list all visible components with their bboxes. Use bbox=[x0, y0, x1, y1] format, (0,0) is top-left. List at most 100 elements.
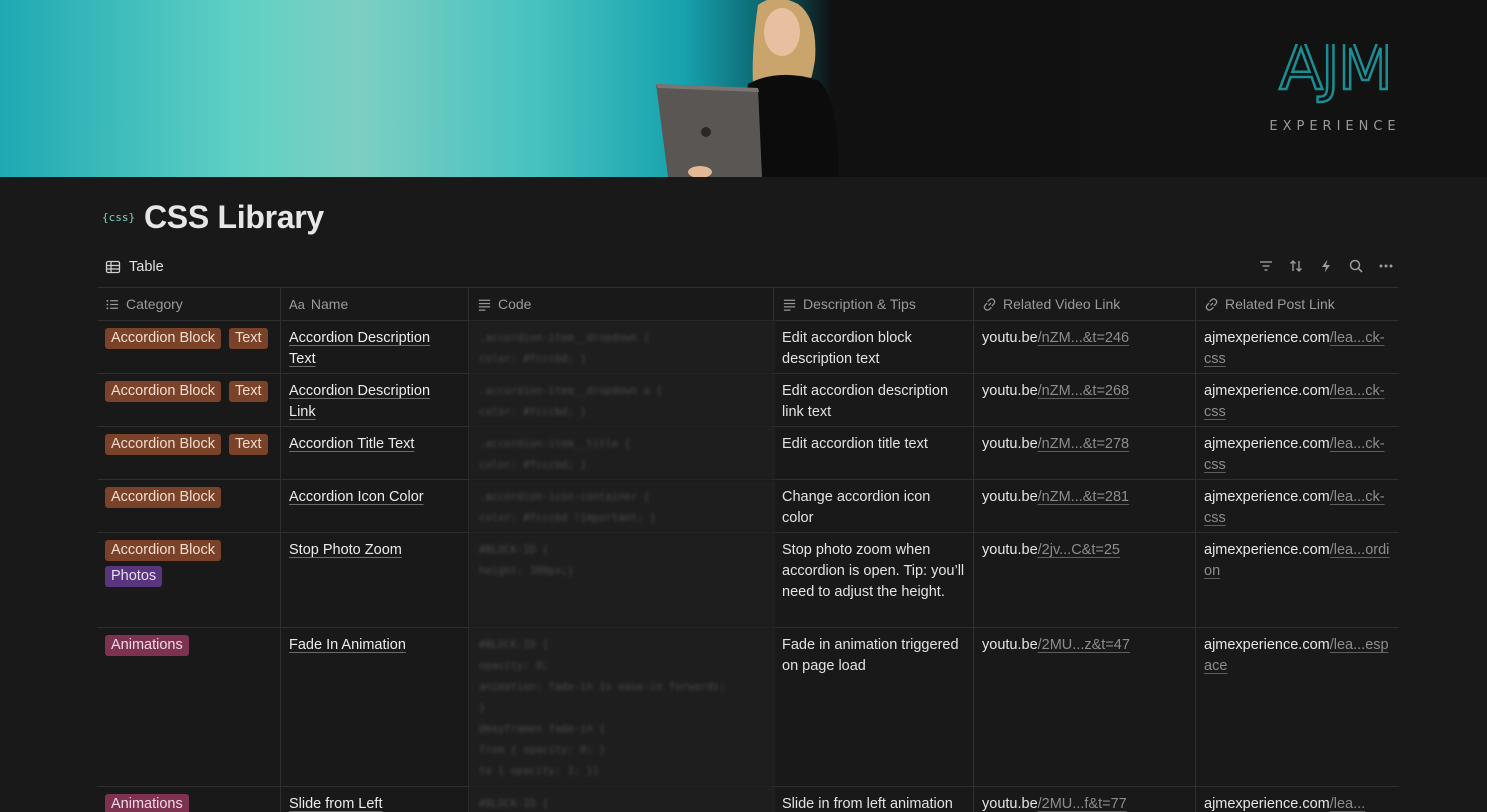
post-link-host[interactable]: ajmexperience.com bbox=[1204, 383, 1330, 399]
video-link-host[interactable]: youtu.be bbox=[982, 383, 1038, 399]
cell-category[interactable]: Animations bbox=[97, 628, 281, 786]
cell-video-link[interactable]: youtu.be/2MU...z&t=47 bbox=[974, 628, 1196, 786]
video-link-path[interactable]: /2MU...z&t=47 bbox=[1038, 637, 1130, 653]
column-header-category[interactable]: Category bbox=[97, 288, 281, 320]
cell-code[interactable]: #BLOCK-ID {opacity: 0; animation: fade-in… bbox=[469, 628, 774, 786]
video-link-host[interactable]: youtu.be bbox=[982, 330, 1038, 346]
video-link-host[interactable]: youtu.be bbox=[982, 489, 1038, 505]
category-tag[interactable]: Photos bbox=[105, 566, 163, 587]
cell-post-link[interactable]: ajmexperience.com/lea...espace bbox=[1196, 628, 1399, 786]
cell-description[interactable]: Slide in from left animation bbox=[774, 787, 974, 812]
post-link-host[interactable]: ajmexperience.com bbox=[1204, 542, 1330, 558]
video-link-path[interactable]: /nZM...&t=281 bbox=[1038, 489, 1129, 505]
category-tag[interactable]: Accordion Block bbox=[105, 381, 221, 402]
cell-category[interactable]: Animations bbox=[97, 787, 281, 812]
cell-code[interactable]: .accordion-icon-container {color: #fcccb… bbox=[469, 480, 774, 532]
cell-video-link[interactable]: youtu.be/2MU...f&t=77 bbox=[974, 787, 1196, 812]
cell-code[interactable]: .accordion-item__title {color: #fcccbd; … bbox=[469, 427, 774, 479]
cell-video-link[interactable]: youtu.be/2jv...C&t=25 bbox=[974, 533, 1196, 627]
table-row[interactable]: Accordion Block Text Accordion Description… bbox=[97, 374, 1399, 427]
category-tag[interactable]: Accordion Block bbox=[105, 540, 221, 561]
category-tag[interactable]: Accordion Block bbox=[105, 328, 221, 349]
cell-description[interactable]: Change accordion icon color bbox=[774, 480, 974, 532]
cell-code[interactable]: #BLOCK-ID {height: 300px;} bbox=[469, 533, 774, 627]
column-header-name[interactable]: Aa Name bbox=[281, 288, 469, 320]
post-link-host[interactable]: ajmexperience.com bbox=[1204, 436, 1330, 452]
post-link-host[interactable]: ajmexperience.com bbox=[1204, 796, 1330, 812]
post-link-host[interactable]: ajmexperience.com bbox=[1204, 330, 1330, 346]
cell-post-link[interactable]: ajmexperience.com/lea...ck-css bbox=[1196, 374, 1399, 426]
cell-video-link[interactable]: youtu.be/nZM...&t=268 bbox=[974, 374, 1196, 426]
video-link-path[interactable]: /nZM...&t=246 bbox=[1038, 330, 1129, 346]
cell-post-link[interactable]: ajmexperience.com/lea...ck-css bbox=[1196, 480, 1399, 532]
video-link-host[interactable]: youtu.be bbox=[982, 796, 1038, 812]
row-name[interactable]: Accordion Icon Color bbox=[289, 489, 424, 505]
video-link-path[interactable]: /2jv...C&t=25 bbox=[1038, 542, 1120, 558]
video-link-path[interactable]: /2MU...f&t=77 bbox=[1038, 796, 1127, 812]
row-name[interactable]: Accordion Description Text bbox=[289, 330, 430, 367]
category-tag[interactable]: Text bbox=[228, 381, 268, 402]
cell-post-link[interactable]: ajmexperience.com/lea... bbox=[1196, 787, 1399, 812]
category-tag[interactable]: Animations bbox=[105, 794, 189, 812]
row-name[interactable]: Accordion Description Link bbox=[289, 383, 430, 420]
post-link-path[interactable]: /lea... bbox=[1330, 796, 1365, 812]
video-link-host[interactable]: youtu.be bbox=[982, 542, 1038, 558]
table-row[interactable]: Accordion Block Accordion Icon Color .acco… bbox=[97, 480, 1399, 533]
cell-name[interactable]: Slide from Left bbox=[281, 787, 469, 812]
cell-description[interactable]: Edit accordion title text bbox=[774, 427, 974, 479]
automation-button[interactable] bbox=[1317, 255, 1335, 277]
category-tag[interactable]: Animations bbox=[105, 635, 189, 656]
cell-description[interactable]: Edit accordion description link text bbox=[774, 374, 974, 426]
row-name[interactable]: Slide from Left bbox=[289, 796, 383, 812]
cell-video-link[interactable]: youtu.be/nZM...&t=278 bbox=[974, 427, 1196, 479]
video-link-host[interactable]: youtu.be bbox=[982, 436, 1038, 452]
video-link-path[interactable]: /nZM...&t=268 bbox=[1038, 383, 1129, 399]
cell-post-link[interactable]: ajmexperience.com/lea...ck-css bbox=[1196, 321, 1399, 373]
category-tag[interactable]: Accordion Block bbox=[105, 487, 221, 508]
post-link-host[interactable]: ajmexperience.com bbox=[1204, 637, 1330, 653]
category-tag[interactable]: Text bbox=[228, 328, 268, 349]
column-header-code[interactable]: Code bbox=[469, 288, 774, 320]
cell-name[interactable]: Fade In Animation bbox=[281, 628, 469, 786]
cell-category[interactable]: Accordion Block Text bbox=[97, 321, 281, 373]
more-options-button[interactable] bbox=[1377, 255, 1395, 277]
sort-button[interactable] bbox=[1287, 255, 1305, 277]
cell-category[interactable]: Accordion Block Photos bbox=[97, 533, 281, 627]
video-link-path[interactable]: /nZM...&t=278 bbox=[1038, 436, 1129, 452]
table-row[interactable]: Animations Fade In Animation #BLOCK-ID {op… bbox=[97, 628, 1399, 787]
cell-name[interactable]: Accordion Title Text bbox=[281, 427, 469, 479]
cell-post-link[interactable]: ajmexperience.com/lea...ordion bbox=[1196, 533, 1399, 627]
cell-category[interactable]: Accordion Block Text bbox=[97, 374, 281, 426]
cell-name[interactable]: Accordion Icon Color bbox=[281, 480, 469, 532]
row-name[interactable]: Stop Photo Zoom bbox=[289, 542, 402, 558]
table-row[interactable]: Accordion Block Text Accordion Title Text.… bbox=[97, 427, 1399, 480]
cell-post-link[interactable]: ajmexperience.com/lea...ck-css bbox=[1196, 427, 1399, 479]
category-tag[interactable]: Accordion Block bbox=[105, 434, 221, 455]
table-row[interactable]: Accordion Block Photos Stop Photo Zoom #BLO… bbox=[97, 533, 1399, 628]
table-row[interactable]: Animations Slide from Left #BLOCK-ID {Slid… bbox=[97, 787, 1399, 812]
cell-category[interactable]: Accordion Block Text bbox=[97, 427, 281, 479]
cell-code[interactable]: .accordion-item__dropdown {color: #fcccb… bbox=[469, 321, 774, 373]
row-name[interactable]: Fade In Animation bbox=[289, 637, 406, 653]
view-tab-table[interactable]: Table bbox=[105, 257, 164, 277]
cell-video-link[interactable]: youtu.be/nZM...&t=246 bbox=[974, 321, 1196, 373]
column-header-description[interactable]: Description & Tips bbox=[774, 288, 974, 320]
column-header-video-link[interactable]: Related Video Link bbox=[974, 288, 1196, 320]
cell-name[interactable]: Stop Photo Zoom bbox=[281, 533, 469, 627]
filter-button[interactable] bbox=[1257, 255, 1275, 277]
cell-code[interactable]: .accordion-item__dropdown a {color: #fcc… bbox=[469, 374, 774, 426]
cell-video-link[interactable]: youtu.be/nZM...&t=281 bbox=[974, 480, 1196, 532]
cell-description[interactable]: Edit accordion block description text bbox=[774, 321, 974, 373]
video-link-host[interactable]: youtu.be bbox=[982, 637, 1038, 653]
cell-code[interactable]: #BLOCK-ID { bbox=[469, 787, 774, 812]
cell-description[interactable]: Stop photo zoom when accordion is open. … bbox=[774, 533, 974, 627]
page-title[interactable]: CSS Library bbox=[144, 199, 324, 236]
cell-name[interactable]: Accordion Description Text bbox=[281, 321, 469, 373]
search-button[interactable] bbox=[1347, 255, 1365, 277]
cell-category[interactable]: Accordion Block bbox=[97, 480, 281, 532]
page-icon[interactable]: {css} bbox=[102, 211, 135, 224]
table-row[interactable]: Accordion Block Text Accordion Description… bbox=[97, 321, 1399, 374]
category-tag[interactable]: Text bbox=[228, 434, 268, 455]
row-name[interactable]: Accordion Title Text bbox=[289, 436, 414, 452]
post-link-host[interactable]: ajmexperience.com bbox=[1204, 489, 1330, 505]
